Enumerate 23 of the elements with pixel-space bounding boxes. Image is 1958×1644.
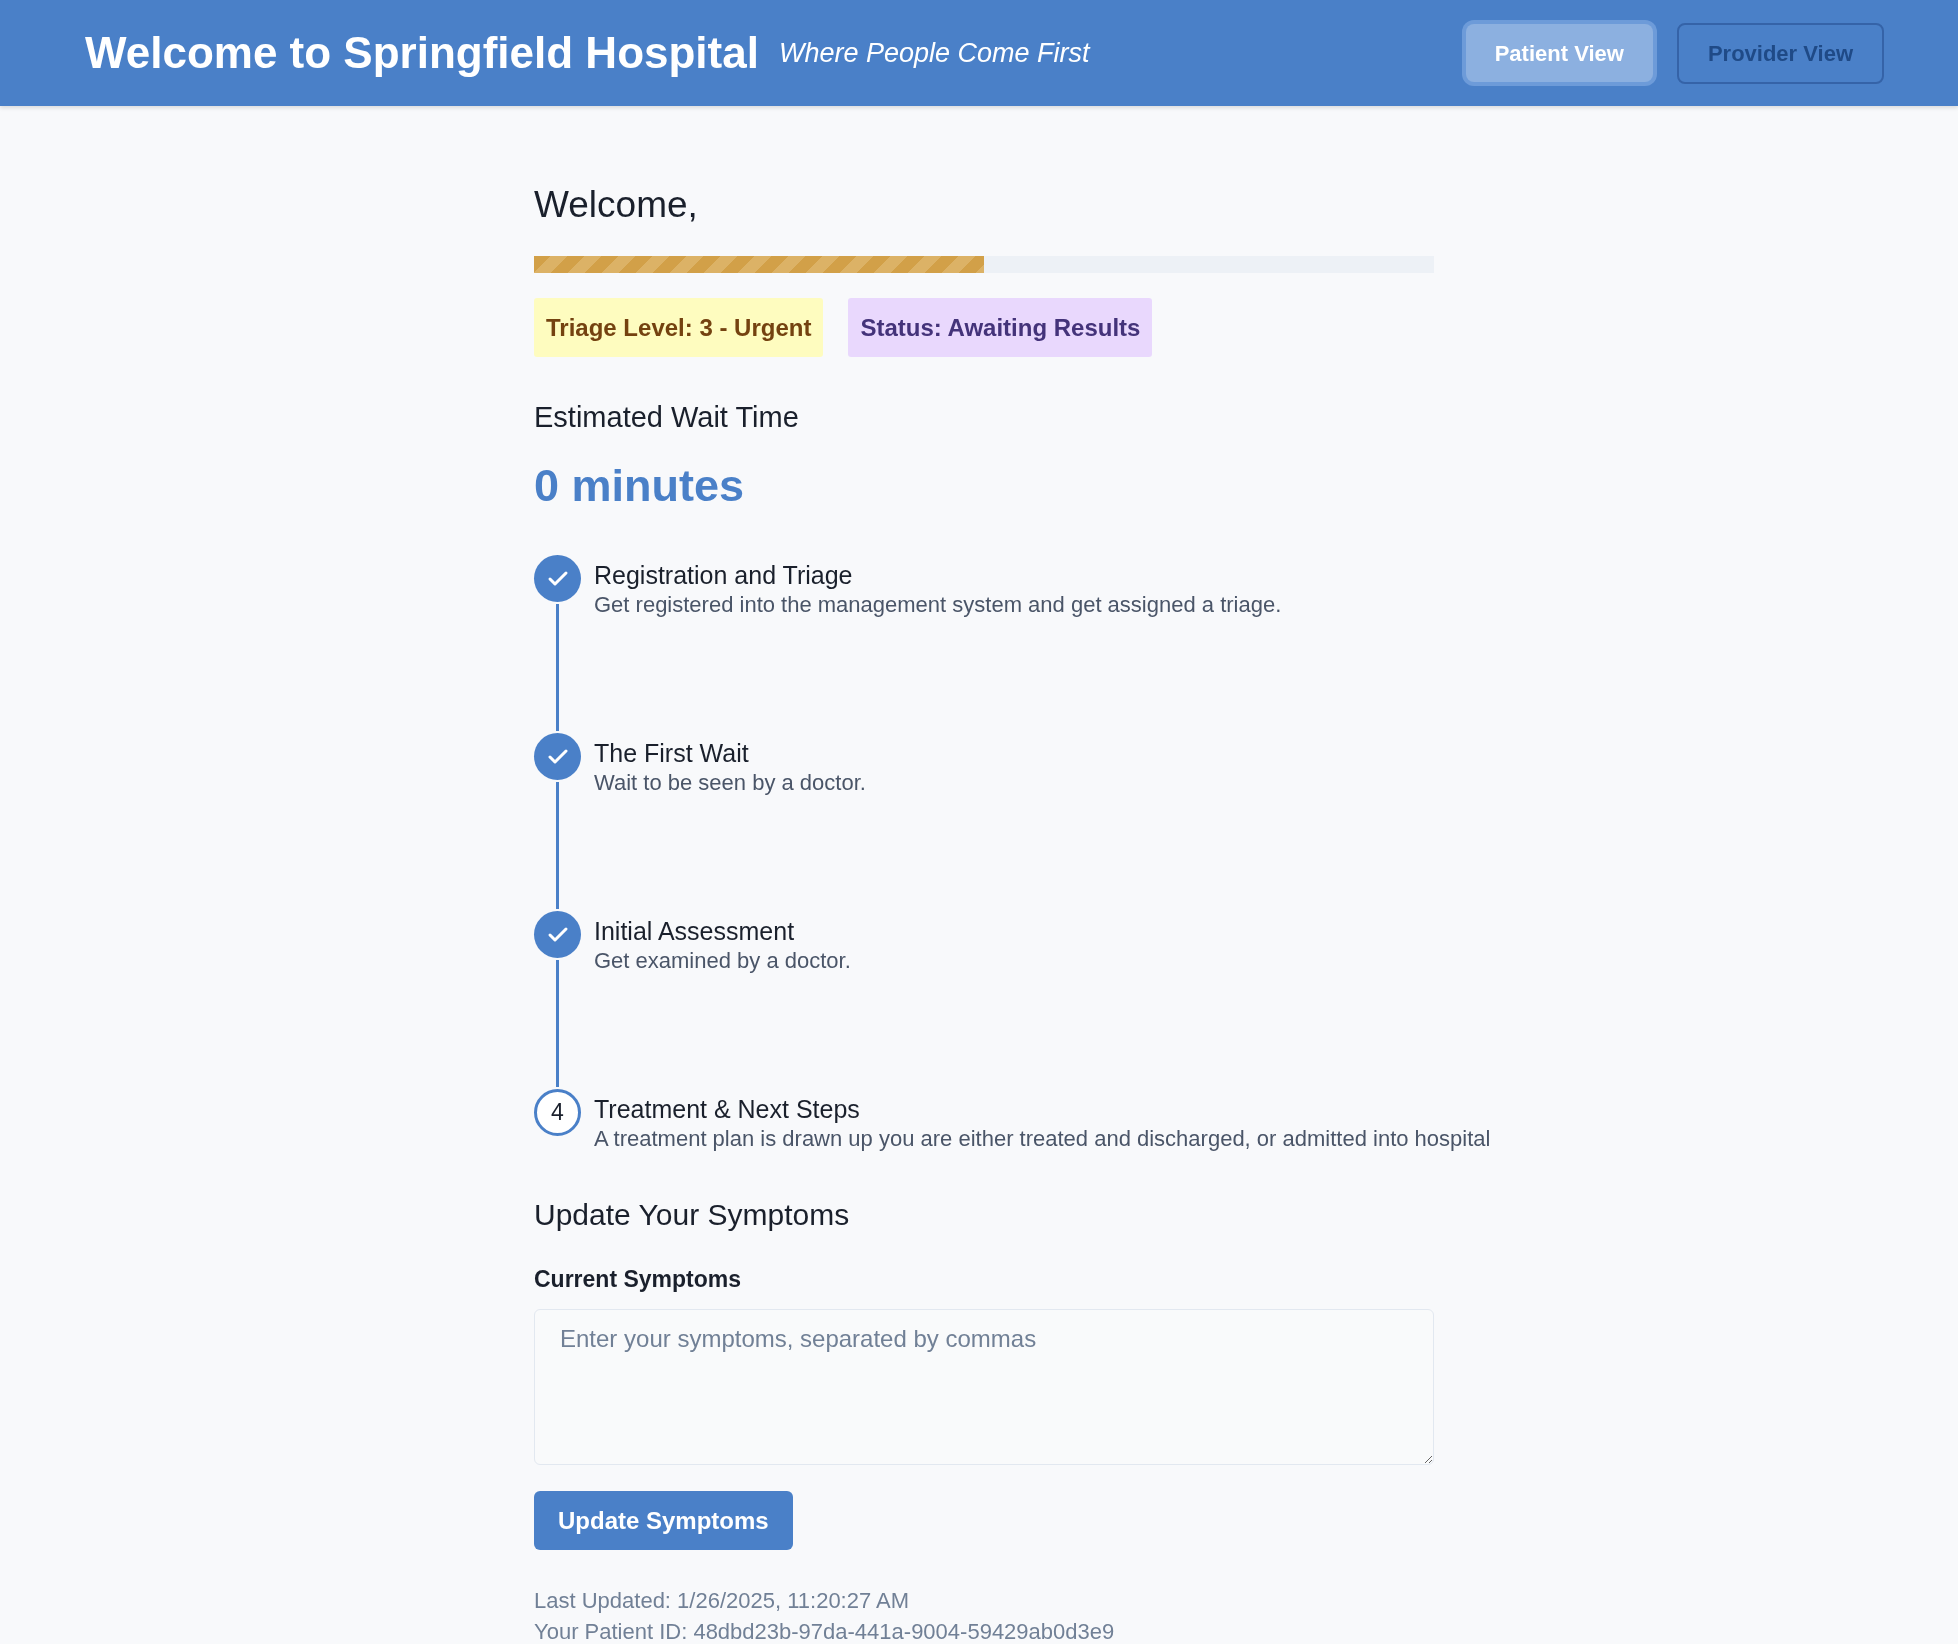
- tagline-text: Where People Come First: [778, 37, 1090, 70]
- view-tab[interactable]: Provider View: [1676, 22, 1884, 84]
- triage-level-badge: Triage Level: 3 - Urgent: [534, 298, 824, 357]
- symptoms-field[interactable]: Enter your symptoms, separated by commas: [534, 1309, 1434, 1465]
- symptoms-heading: Update Your Symptoms: [534, 1197, 850, 1233]
- step-title: Registration and Triage: [594, 560, 853, 591]
- update-symptoms-button[interactable]: Update Symptoms: [534, 1491, 793, 1550]
- status-badge: Status: Awaiting Results: [848, 298, 1153, 357]
- step-description: Get registered into the management system and get assigned a triage.: [594, 591, 1282, 619]
- last-updated-text: Last Updated: 1/26/2025, 11:20:27 AM: [534, 1589, 910, 1613]
- patient-id-text: Your Patient ID: 48dbd23b-97da-441a-9004-59429ab0d3e9: [534, 1620, 1115, 1644]
- wait-time-value: 0 minutes: [534, 461, 745, 511]
- greeting-heading: Welcome,: [534, 184, 698, 226]
- symptoms-label: Current Symptoms: [534, 1265, 742, 1293]
- step-description: A treatment plan is drawn up you are either treated and discharged, or admitted into hospital: [594, 1125, 1491, 1153]
- step-title: The First Wait: [594, 738, 749, 769]
- step-description: Wait to be seen by a doctor.: [594, 769, 866, 797]
- step-number: 4: [534, 1089, 581, 1136]
- step-description: Get examined by a doctor.: [594, 947, 851, 975]
- step-title: Initial Assessment: [594, 916, 795, 947]
- wait-time-heading: Estimated Wait Time: [534, 400, 799, 434]
- step-title: Treatment & Next Steps: [594, 1094, 860, 1125]
- page-title: Welcome to Springfield Hospital: [85, 27, 759, 79]
